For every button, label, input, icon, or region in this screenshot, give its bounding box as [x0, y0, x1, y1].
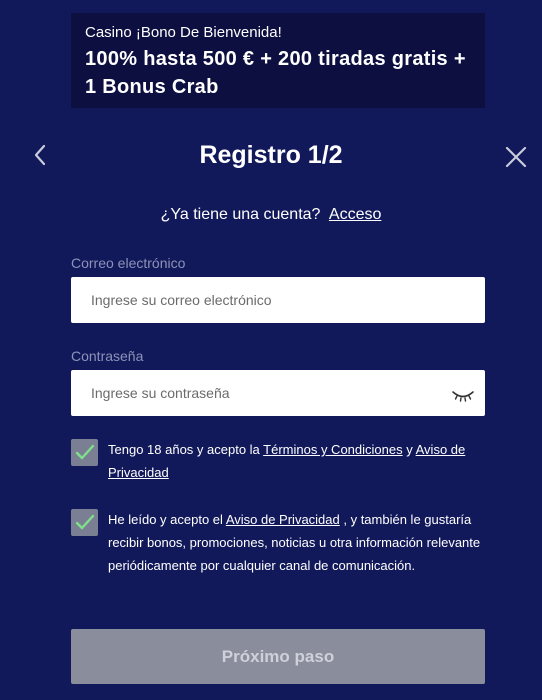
password-input[interactable] [71, 370, 485, 416]
terms-text-before: Tengo 18 años y acepto la [108, 442, 264, 457]
email-input[interactable] [71, 277, 485, 323]
email-label: Correo electrónico [71, 255, 186, 271]
checkmark-icon [75, 444, 95, 460]
terms-text-middle: y [402, 442, 416, 457]
checkmark-icon [75, 514, 95, 530]
close-icon [505, 146, 527, 168]
password-visibility-toggle[interactable] [451, 388, 475, 404]
close-button[interactable] [502, 143, 530, 171]
bonus-subtitle: Casino ¡Bono De Bienvenida! [85, 24, 282, 41]
page-title: Registro 1/2 [199, 141, 343, 169]
login-prompt-text: ¿Ya tiene una cuenta? [160, 206, 321, 223]
bonus-banner: Casino ¡Bono De Bienvenida! 100% hasta 5… [71, 13, 485, 108]
password-label: Contraseña [71, 348, 144, 364]
marketing-consent-text: He leído y acepto el Aviso de Privacidad… [108, 508, 488, 577]
terms-checkbox[interactable] [71, 439, 98, 466]
terms-consent-text: Tengo 18 años y acepto la Términos y Con… [108, 438, 488, 484]
login-prompt: ¿Ya tiene una cuenta? Acceso [0, 204, 542, 226]
terms-conditions-link[interactable]: Términos y Condiciones [263, 442, 402, 457]
marketing-text-before: He leído y acepto el [108, 512, 226, 527]
marketing-privacy-link[interactable]: Aviso de Privacidad [226, 512, 340, 527]
eye-closed-icon [452, 391, 474, 402]
login-link[interactable]: Acceso [329, 206, 381, 223]
next-step-button[interactable]: Próximo paso [71, 629, 485, 684]
bonus-title: 100% hasta 500 € + 200 tiradas gratis + … [85, 48, 466, 98]
marketing-checkbox[interactable] [71, 509, 98, 536]
